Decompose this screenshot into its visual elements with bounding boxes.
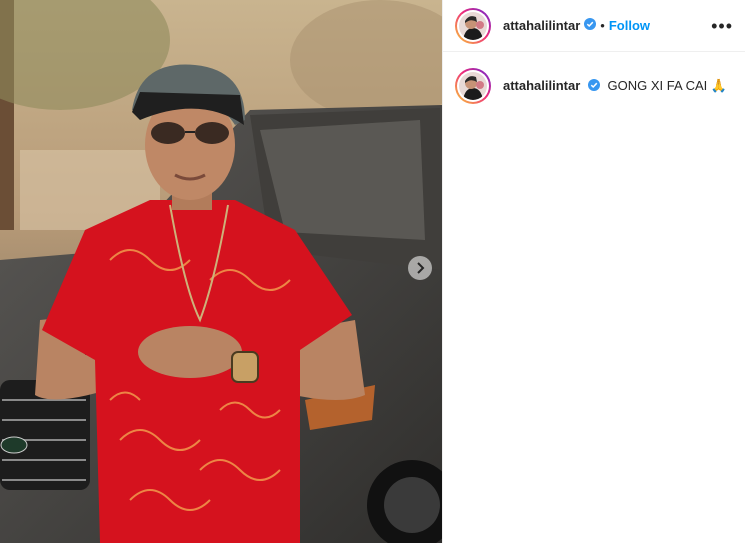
avatar[interactable]	[455, 7, 491, 44]
post-image	[0, 0, 442, 543]
caption-avatar[interactable]	[455, 68, 491, 104]
caption: attahalilintar GONG XI FA CAI 🙏	[503, 78, 727, 94]
post-username[interactable]: attahalilintar	[503, 18, 580, 33]
separator-dot: •	[600, 18, 605, 33]
post-sidebar: attahalilintar • Follow ••• attahalilint…	[442, 0, 745, 543]
follow-button[interactable]: Follow	[609, 18, 650, 33]
caption-username[interactable]: attahalilintar	[503, 78, 580, 93]
avatar-image	[459, 11, 487, 40]
more-options-icon[interactable]: •••	[711, 17, 733, 35]
post-photo[interactable]	[0, 0, 442, 543]
next-photo-button[interactable]	[408, 256, 432, 280]
chevron-right-icon	[417, 262, 425, 274]
caption-avatar-image	[459, 72, 487, 100]
caption-verified-badge-icon	[587, 79, 600, 94]
caption-row: attahalilintar GONG XI FA CAI 🙏	[443, 52, 745, 120]
verified-badge-icon	[584, 17, 597, 35]
caption-body: GONG XI FA CAI 🙏	[607, 77, 728, 93]
post-header: attahalilintar • Follow •••	[443, 0, 745, 52]
